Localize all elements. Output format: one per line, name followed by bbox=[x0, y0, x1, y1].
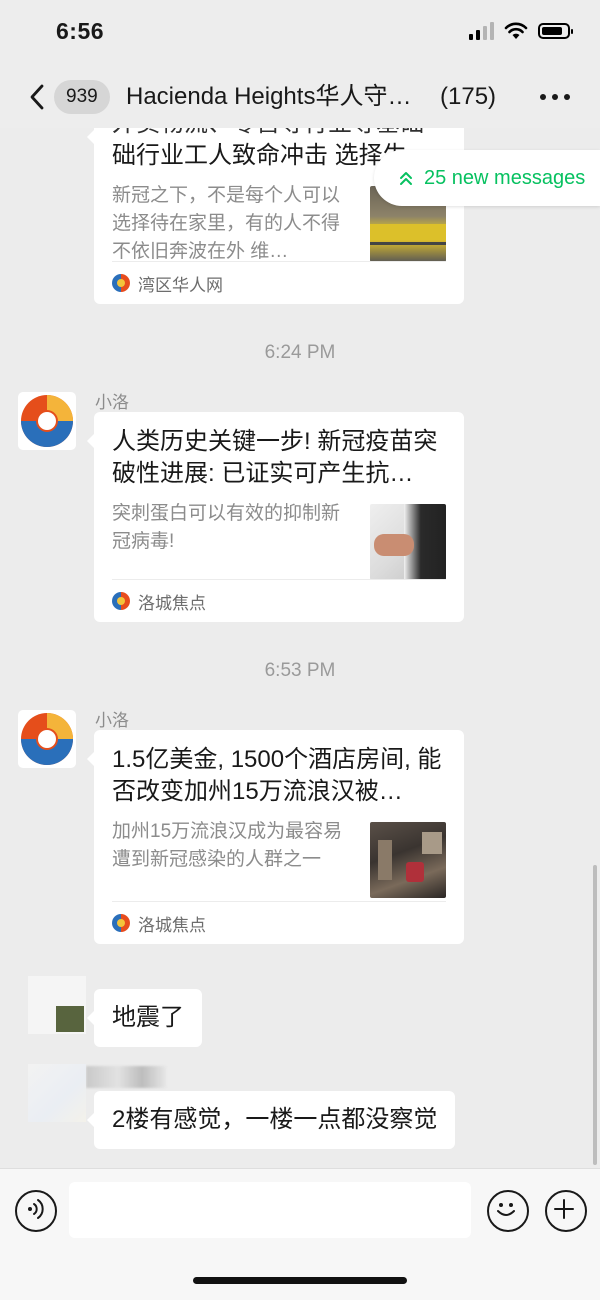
wifi-icon bbox=[504, 22, 528, 39]
home-indicator[interactable] bbox=[193, 1277, 407, 1284]
text-message[interactable]: 2楼有感觉，一楼一点都没察觉 bbox=[86, 1091, 456, 1149]
sender-logo-icon bbox=[21, 713, 73, 765]
message-input[interactable] bbox=[69, 1182, 471, 1238]
cellular-signal-icon bbox=[469, 22, 494, 40]
sender-name: 小洛 bbox=[95, 711, 129, 730]
source-name: 洛城焦点 bbox=[138, 593, 206, 613]
article-thumbnail bbox=[370, 822, 446, 898]
timestamp: 6:24 PM bbox=[264, 342, 336, 363]
unread-count-badge[interactable]: 939 bbox=[54, 80, 110, 114]
battery-icon bbox=[538, 23, 573, 39]
status-bar: 6:56 bbox=[0, 0, 600, 66]
status-time: 6:56 bbox=[56, 18, 105, 44]
source-logo-icon bbox=[112, 914, 130, 932]
article-description: 突刺蛋白可以有效的抑制新冠病毒! bbox=[112, 503, 341, 552]
article-source: 湾区华人网 bbox=[112, 261, 446, 304]
new-messages-button[interactable]: 25 new messages bbox=[374, 150, 600, 206]
text-message[interactable]: 地震了 bbox=[87, 989, 202, 1047]
source-logo-icon bbox=[112, 274, 130, 292]
source-name: 湾区华人网 bbox=[138, 275, 223, 295]
voice-icon[interactable] bbox=[15, 1190, 57, 1232]
message-list[interactable]: 外卖物流、零售等行业等基础行业工人致命冲击 选择生 础行业工人致命冲击 选择生 … bbox=[0, 128, 600, 1168]
sender-name: 小洛 bbox=[95, 393, 129, 412]
chevron-left-icon[interactable] bbox=[24, 82, 52, 112]
status-icons bbox=[469, 22, 573, 40]
article-card[interactable]: 人类历史关键一步! 新冠疫苗突破性进展: 已证实可产生抗… 突刺蛋白可以有效的抑… bbox=[87, 412, 464, 622]
article-card[interactable]: 1.5亿美金, 1500个酒店房间, 能否改变加州15万流浪汉被… 加州15万流… bbox=[87, 730, 464, 944]
article-title-clipped: 外卖物流、零售等行业等基础行业工人致命冲击 选择生 bbox=[112, 128, 446, 140]
article-title: 人类历史关键一步! 新冠疫苗突破性进展: 已证实可产生抗… bbox=[112, 428, 438, 487]
emoji-icon[interactable] bbox=[487, 1190, 529, 1232]
article-source: 洛城焦点 bbox=[112, 901, 446, 944]
avatar-blurred[interactable] bbox=[28, 1064, 86, 1122]
timestamp: 6:53 PM bbox=[264, 660, 336, 681]
avatar[interactable] bbox=[18, 710, 76, 768]
chat-header: 939 Hacienda Heights华人守… (175) bbox=[0, 66, 600, 128]
new-messages-label: 25 new messages bbox=[424, 166, 586, 189]
scrollbar[interactable] bbox=[593, 865, 597, 1165]
more-dots-icon[interactable] bbox=[540, 94, 570, 100]
article-description: 加州15万流浪汉成为最容易遭到新冠感染的人群之一 bbox=[112, 821, 343, 870]
source-name: 洛城焦点 bbox=[138, 915, 206, 935]
article-description: 新冠之下，不是每个人可以选择待在家里，有的人不得不依旧奔波在外 维… bbox=[112, 185, 341, 262]
double-chevron-up-icon bbox=[400, 172, 412, 185]
source-logo-icon bbox=[112, 592, 130, 610]
article-thumbnail bbox=[370, 504, 446, 580]
chat-title[interactable]: Hacienda Heights华人守… bbox=[126, 80, 431, 114]
article-source: 洛城焦点 bbox=[112, 579, 446, 622]
avatar-blurred[interactable] bbox=[28, 976, 86, 1034]
sender-logo-icon bbox=[21, 395, 73, 447]
avatar[interactable] bbox=[18, 392, 76, 450]
sender-name-blurred bbox=[86, 1066, 166, 1088]
input-bar bbox=[0, 1168, 600, 1300]
article-title: 1.5亿美金, 1500个酒店房间, 能否改变加州15万流浪汉被… bbox=[112, 746, 442, 805]
member-count[interactable]: (175) bbox=[440, 80, 496, 114]
plus-icon[interactable] bbox=[545, 1190, 587, 1232]
